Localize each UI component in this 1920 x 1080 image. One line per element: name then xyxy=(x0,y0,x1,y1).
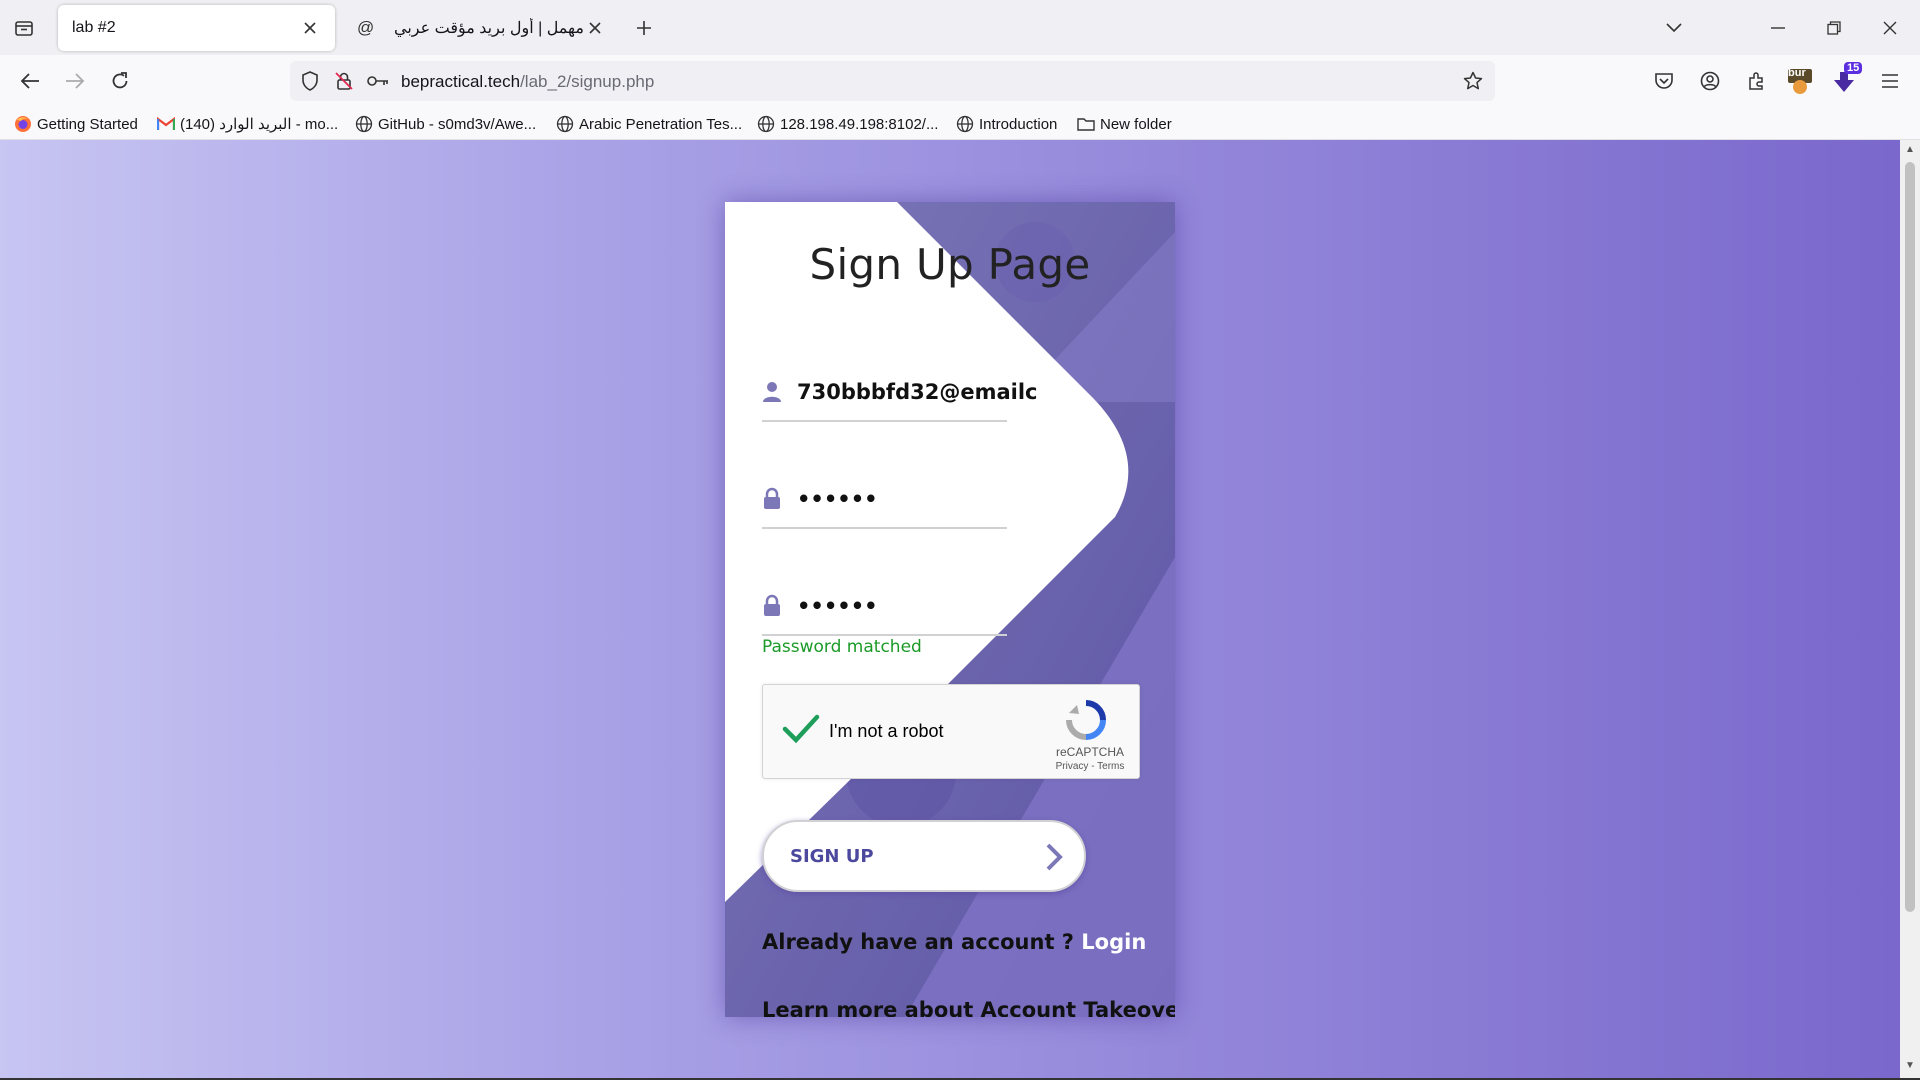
tab-strip: lab #2 @ مهمل | أول بريد مؤقت عربي xyxy=(0,0,1920,55)
recaptcha-links[interactable]: Privacy - Terms xyxy=(1050,761,1130,772)
shield-icon[interactable] xyxy=(298,69,322,93)
reload-icon[interactable] xyxy=(104,65,136,97)
vertical-scrollbar[interactable]: ▲ ▼ xyxy=(1900,140,1920,1078)
burp-extension-icon[interactable]: bur xyxy=(1784,65,1816,97)
bookmark-label: 128.198.49.198:8102/... xyxy=(780,115,939,133)
bookmark-star-icon[interactable] xyxy=(1461,69,1485,93)
learn-more-link[interactable]: Learn more about Account Takeover xyxy=(762,998,1175,1017)
lock-icon xyxy=(764,594,780,616)
tab-lab2[interactable]: lab #2 xyxy=(58,5,335,51)
password-field[interactable]: •••••• xyxy=(762,469,1007,529)
email-value: 730bbbfd32@emailc xyxy=(797,380,1038,404)
globe-icon xyxy=(556,115,574,133)
minimize-icon[interactable] xyxy=(1762,12,1794,44)
bookmark-new-folder[interactable]: New folder xyxy=(1077,112,1172,136)
url-host: bepractical.tech xyxy=(401,72,521,91)
back-arrow-icon[interactable] xyxy=(14,65,46,97)
recaptcha-logo-icon xyxy=(1066,700,1106,740)
download-extension-icon[interactable]: 15 xyxy=(1828,62,1863,97)
at-sign-icon: @ xyxy=(357,18,375,37)
bur-badge: bur xyxy=(1788,67,1806,79)
navigation-bar: bepractical.tech/lab_2/signup.php bur 15 xyxy=(0,55,1920,107)
scrollbar-thumb[interactable] xyxy=(1905,162,1915,912)
password-value: •••••• xyxy=(797,487,878,511)
page-viewport: Sign Up Page 730bbbfd32@emailc •••••• ••… xyxy=(0,140,1900,1078)
tab-title: مهمل | أول بريد مؤقت عربي xyxy=(394,20,584,37)
bookmarks-bar: Getting Started البريد الوارد (140) - mo… xyxy=(0,107,1920,140)
account-icon[interactable] xyxy=(1694,65,1726,97)
have-account-label: Already have an account ? xyxy=(762,930,1074,954)
checkmark-icon[interactable] xyxy=(781,709,821,749)
bookmark-arabic-pentest[interactable]: Arabic Penetration Tes... xyxy=(556,112,742,136)
globe-icon xyxy=(355,115,373,133)
signup-button-label: SIGN UP xyxy=(790,846,874,867)
bookmark-label: Getting Started xyxy=(37,115,138,133)
bookmark-introduction[interactable]: Introduction xyxy=(956,112,1057,136)
email-field[interactable]: 730bbbfd32@emailc xyxy=(762,362,1037,422)
address-bar[interactable]: bepractical.tech/lab_2/signup.php xyxy=(290,61,1495,101)
firefox-icon xyxy=(14,115,32,133)
captcha-label: I'm not a robot xyxy=(829,721,944,741)
list-all-tabs-icon[interactable] xyxy=(1658,12,1690,44)
bookmark-ip-address[interactable]: 128.198.49.198:8102/... xyxy=(757,112,938,136)
close-tab-icon[interactable] xyxy=(299,17,321,39)
chevron-right-icon xyxy=(1046,843,1063,871)
user-icon xyxy=(763,382,781,402)
gmail-icon xyxy=(157,115,175,133)
confirm-password-value: •••••• xyxy=(797,594,878,618)
url-path: /lab_2/signup.php xyxy=(520,72,655,91)
lock-icon xyxy=(764,487,780,509)
globe-icon xyxy=(956,115,974,133)
bookmark-label: Introduction xyxy=(979,115,1058,133)
tab-mohmal[interactable]: @ مهمل | أول بريد مؤقت عربي xyxy=(343,5,620,51)
insecure-lock-icon[interactable] xyxy=(332,69,356,93)
close-window-icon[interactable] xyxy=(1874,12,1906,44)
globe-icon xyxy=(757,115,775,133)
page-title: Sign Up Page xyxy=(809,240,1091,289)
bookmark-label: New folder xyxy=(1100,115,1172,133)
bookmark-label: GitHub - s0md3v/Awe... xyxy=(378,115,537,133)
restore-icon[interactable] xyxy=(1818,12,1850,44)
url-text: bepractical.tech/lab_2/signup.php xyxy=(401,72,654,92)
folder-icon xyxy=(1077,115,1095,133)
login-link[interactable]: Login xyxy=(1081,930,1146,954)
scroll-down-icon[interactable]: ▼ xyxy=(1904,1060,1916,1072)
tab-title: lab #2 xyxy=(72,19,116,36)
menu-hamburger-icon[interactable] xyxy=(1874,65,1906,97)
bookmark-label: البريد الوارد (140) - mo... xyxy=(180,116,339,133)
extension-badge: 15 xyxy=(1844,62,1863,74)
recaptcha-widget[interactable]: I'm not a robot reCAPTCHA Privacy - Term… xyxy=(762,684,1140,779)
bookmark-label: Arabic Penetration Tes... xyxy=(579,115,743,133)
bookmark-github[interactable]: GitHub - s0md3v/Awe... xyxy=(355,112,536,136)
bookmark-getting-started[interactable]: Getting Started xyxy=(14,112,138,136)
key-icon[interactable] xyxy=(366,69,390,93)
signup-button[interactable]: SIGN UP xyxy=(762,820,1086,892)
bookmark-gmail[interactable]: البريد الوارد (140) - mo... xyxy=(157,112,338,136)
pocket-icon[interactable] xyxy=(1648,65,1680,97)
password-match-message: Password matched xyxy=(762,637,922,657)
signup-card: Sign Up Page 730bbbfd32@emailc •••••• ••… xyxy=(725,202,1175,1017)
tab-list-icon[interactable] xyxy=(10,14,38,42)
new-tab-button[interactable] xyxy=(630,14,658,42)
have-account-text: Already have an account ? Login xyxy=(762,930,1146,954)
recaptcha-brand: reCAPTCHA xyxy=(1055,745,1124,759)
confirm-password-field[interactable]: •••••• xyxy=(762,576,1007,636)
extensions-puzzle-icon[interactable] xyxy=(1740,65,1772,97)
close-tab-icon[interactable] xyxy=(584,17,606,39)
scroll-up-icon[interactable]: ▲ xyxy=(1904,144,1916,156)
forward-arrow-icon[interactable] xyxy=(59,65,91,97)
